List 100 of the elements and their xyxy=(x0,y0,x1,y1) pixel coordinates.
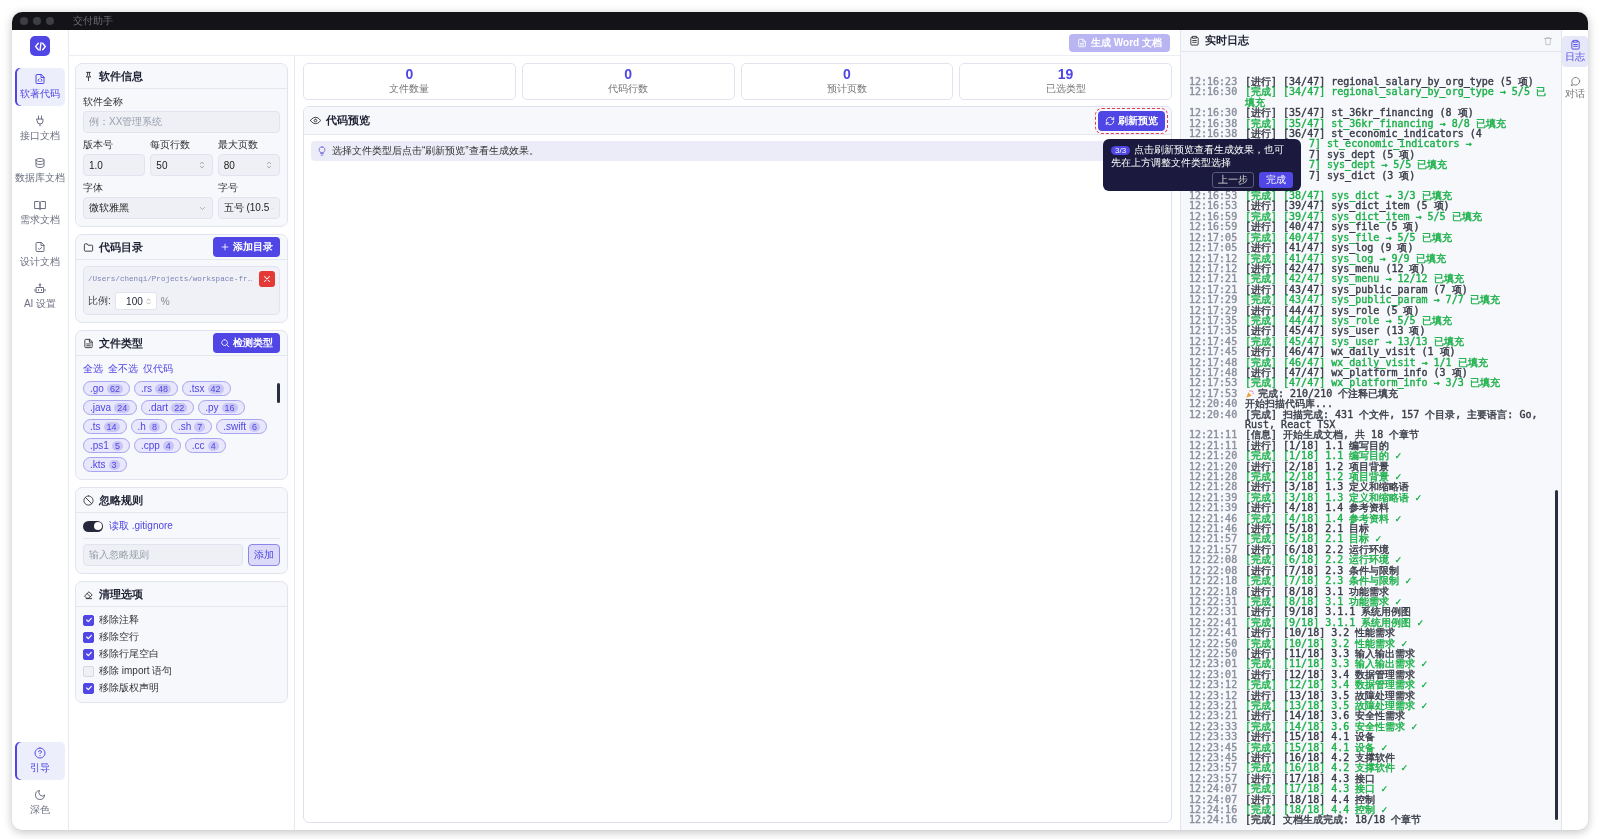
log-time: 12:17:35 xyxy=(1189,326,1239,337)
select-link[interactable]: 全选 xyxy=(83,362,103,376)
nav-item[interactable]: 设计文档 xyxy=(15,236,65,274)
count-badge: 42 xyxy=(207,383,224,394)
log-message: 7] sys_dept → 5/5 已填充 xyxy=(1309,160,1448,171)
stat-value: 0 xyxy=(624,67,632,82)
file-type-chip[interactable]: .ts 14 xyxy=(83,419,127,434)
select-field[interactable]: 微软雅黑 xyxy=(83,197,213,219)
section-title: 文件类型 xyxy=(99,335,144,351)
count-badge: 48 xyxy=(155,383,172,394)
file-type-chip[interactable]: .cpp 4 xyxy=(133,438,181,453)
count-badge: 5 xyxy=(111,440,123,451)
ban-icon xyxy=(83,494,94,506)
file-icon xyxy=(83,337,94,349)
log-message: [完成] [7/18] 2.3 条件与限制 ✓ xyxy=(1245,576,1412,587)
section-title: 代码目录 xyxy=(99,239,144,255)
log-message: [信息] 开始生成文档, 共 18 个章节 xyxy=(1245,430,1420,441)
select-link[interactable]: 全不选 xyxy=(108,362,138,376)
log-message: [进行] [4/18] 1.4 参考资料 xyxy=(1245,503,1390,514)
text-field[interactable]: 1.0 xyxy=(83,154,146,176)
file-type-chip[interactable]: .go 62 xyxy=(83,381,130,396)
search-icon xyxy=(220,338,230,348)
stepper-icon xyxy=(143,296,153,306)
log-time: 12:17:29 xyxy=(1189,295,1239,306)
done-button[interactable]: 完成 xyxy=(1259,172,1293,188)
log-time: 12:17:35 xyxy=(1189,315,1239,326)
tour-text: 3/3 点击刷新预览查看生成效果，也可先在上方调整文件类型选择 xyxy=(1111,144,1286,169)
file-type-chip[interactable]: .sh 7 xyxy=(170,419,213,434)
scrollbar-thumb[interactable] xyxy=(1555,490,1558,820)
refresh-preview-button[interactable]: 刷新预览 xyxy=(1098,110,1165,131)
file-type-chip[interactable]: .kts 3 xyxy=(83,457,127,472)
log-time: 12:21:46 xyxy=(1189,513,1239,524)
check-icon xyxy=(84,684,93,692)
rail-tab[interactable]: 对话 xyxy=(1562,73,1588,104)
log-time: 12:21:39 xyxy=(1189,503,1239,514)
log-message: [进行] [36/47] st_economic_indicators (4 xyxy=(1245,129,1482,140)
nav-item[interactable]: AI 设置 xyxy=(15,278,65,316)
scrollbar-thumb[interactable] xyxy=(277,383,280,403)
log-time: 12:23:21 xyxy=(1189,700,1239,711)
pin-icon xyxy=(83,70,94,82)
plug-icon xyxy=(34,115,46,127)
count-badge: 4 xyxy=(207,440,219,451)
select-link[interactable]: 仅代码 xyxy=(143,362,173,376)
nav-item[interactable]: 软著代码 xyxy=(15,68,65,106)
log-time: 12:16:53 xyxy=(1189,201,1239,212)
log-time: 12:16:30 xyxy=(1189,87,1239,100)
log-message: [进行] [40/47] sys_file (5 项) xyxy=(1245,222,1420,233)
file-type-chip[interactable]: .swift 6 xyxy=(216,419,268,434)
select-field[interactable]: 五号 (10.5 xyxy=(217,197,280,219)
file-type-chip[interactable]: .tsx 42 xyxy=(182,381,231,396)
log-time: 12:21:28 xyxy=(1189,482,1239,493)
file-type-chip[interactable]: .dart 22 xyxy=(141,400,195,415)
nav-item[interactable]: 引导 xyxy=(15,742,65,780)
code-file-icon xyxy=(34,73,46,85)
log-message: 7] st_economic_indicators → xyxy=(1309,139,1472,150)
log-message: [进行] [9/18] 3.1.1 系统用例图 xyxy=(1245,607,1412,618)
log-message: [进行] [41/47] sys_log (9 项) xyxy=(1245,243,1414,254)
checkbox[interactable] xyxy=(83,631,94,643)
log-time: 12:22:31 xyxy=(1189,607,1239,618)
nav-item[interactable]: 深色 xyxy=(15,784,65,822)
log-time: 12:24:07 xyxy=(1189,794,1239,805)
toggle-switch[interactable] xyxy=(83,520,103,532)
checkbox[interactable] xyxy=(83,682,94,694)
ratio-field[interactable]: 100 xyxy=(114,292,157,310)
log-message: [进行] [8/18] 3.1 功能需求 xyxy=(1245,586,1390,597)
log-message: [进行] [7/18] 2.3 条件与限制 xyxy=(1245,565,1400,576)
nav-item[interactable]: 需求文档 xyxy=(15,194,65,232)
log-time: 12:21:11 xyxy=(1189,440,1239,451)
log-message: [完成] [3/18] 1.3 定义和缩略语 ✓ xyxy=(1245,492,1422,503)
add-directory-button[interactable]: 添加目录 xyxy=(213,237,280,257)
file-type-chip[interactable]: .cc 4 xyxy=(184,438,226,453)
rail-tab[interactable]: 日志 xyxy=(1562,36,1588,67)
file-type-chip[interactable]: .h 8 xyxy=(130,419,167,434)
file-type-chip[interactable]: .rs 48 xyxy=(133,381,179,396)
file-type-chip[interactable]: .ps1 5 xyxy=(83,438,130,453)
previous-button[interactable]: 上一步 xyxy=(1212,172,1254,188)
log-message: [进行] [6/18] 2.2 运行环境 xyxy=(1245,544,1390,555)
log-time: 12:22:50 xyxy=(1189,648,1239,659)
log-time: 12:22:41 xyxy=(1189,617,1239,628)
option-label: 移除 import 语句 xyxy=(99,664,173,678)
number-field[interactable]: 50 xyxy=(150,154,213,176)
delete-button[interactable] xyxy=(259,271,275,287)
detect-types-button[interactable]: 检测类型 xyxy=(213,333,280,353)
log-time: 12:23:12 xyxy=(1189,690,1239,701)
app-logo xyxy=(30,36,50,56)
log-time: 12:23:45 xyxy=(1189,742,1239,753)
log-time: 12:16:59 xyxy=(1189,211,1239,222)
nav-item[interactable]: 数据库文档 xyxy=(15,152,65,190)
checkbox[interactable] xyxy=(83,614,94,626)
toggle-label: 读取 .gitignore xyxy=(109,519,173,533)
log-time: 12:16:30 xyxy=(1189,108,1239,119)
log-time: 12:17:53 xyxy=(1189,388,1239,399)
log-time: 12:21:11 xyxy=(1189,430,1239,441)
log-time: 12:23:21 xyxy=(1189,711,1239,722)
checkbox[interactable] xyxy=(83,648,94,660)
nav-item[interactable]: 接口文档 xyxy=(15,110,65,148)
number-field[interactable]: 80 xyxy=(217,154,280,176)
file-type-chip[interactable]: .py 16 xyxy=(198,400,245,415)
file-type-chip[interactable]: .java 24 xyxy=(83,400,138,415)
add-button[interactable]: 添加 xyxy=(248,544,280,566)
